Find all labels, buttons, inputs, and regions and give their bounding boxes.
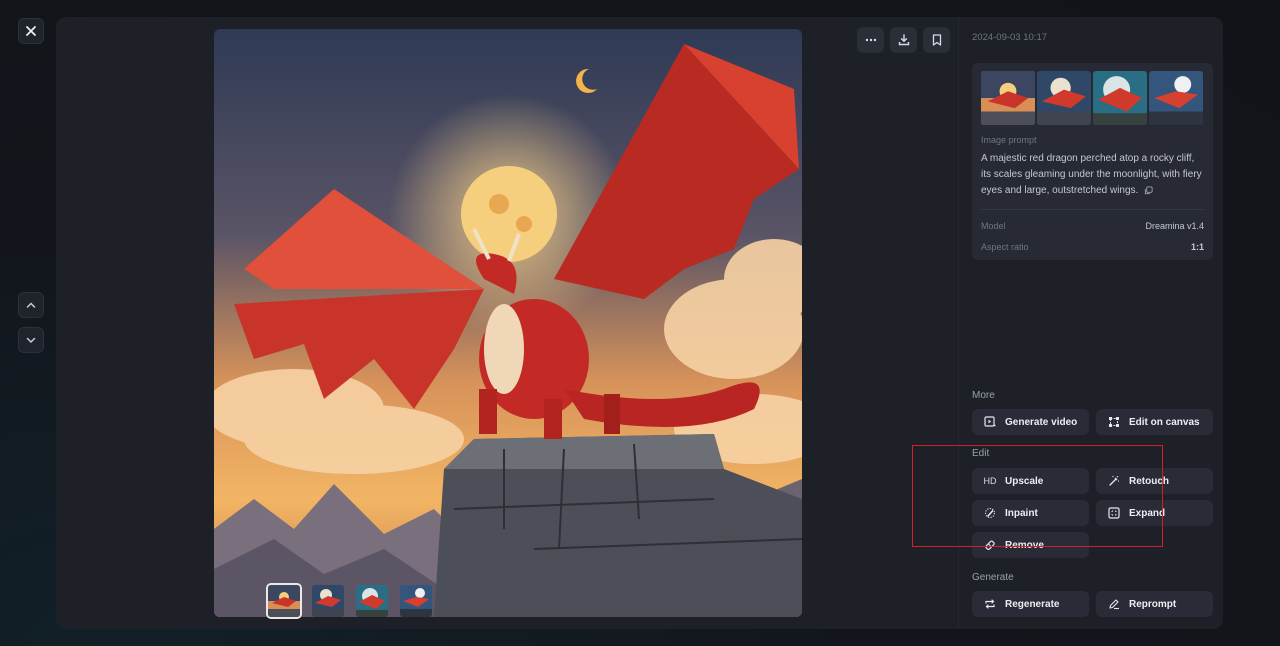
retouch-button[interactable]: Retouch (1096, 468, 1213, 494)
gallery-image-1[interactable] (981, 71, 1035, 125)
video-icon (983, 415, 997, 429)
ellipsis-icon (865, 38, 876, 42)
remove-button[interactable]: Remove (972, 532, 1089, 558)
aspect-ratio-row: Aspect ratio 1:1 (981, 242, 1204, 252)
regenerate-icon (983, 597, 997, 611)
image-detail-modal: 2024-09-03 10:17 Image prompt A majestic… (56, 17, 1223, 629)
prompt-label: Image prompt (981, 135, 1037, 145)
expand-icon (1107, 506, 1121, 520)
more-options-button[interactable] (857, 27, 884, 53)
thumbnail-2[interactable] (310, 583, 346, 619)
model-value: Dreamina v1.4 (1145, 221, 1204, 231)
timestamp: 2024-09-03 10:17 (972, 32, 1048, 43)
image-actions (857, 27, 950, 53)
aspect-ratio-label: Aspect ratio (981, 242, 1029, 252)
generate-video-button[interactable]: Generate video (972, 409, 1089, 435)
edit-on-canvas-label: Edit on canvas (1129, 416, 1200, 428)
edit-buttons: HD Upscale Retouch Inpaint Expand Remove (972, 468, 1213, 558)
copy-icon[interactable] (1144, 186, 1153, 195)
next-image-button[interactable] (18, 327, 44, 353)
more-buttons: Generate video Edit on canvas (972, 409, 1213, 435)
canvas-icon (1107, 415, 1121, 429)
model-label: Model (981, 221, 1006, 231)
prompt-text-content: A majestic red dragon perched atop a roc… (981, 153, 1202, 196)
dragon-artwork (214, 29, 802, 617)
download-button[interactable] (890, 27, 917, 53)
model-row: Model Dreamina v1.4 (981, 221, 1204, 231)
prompt-text: A majestic red dragon perched atop a roc… (981, 151, 1204, 199)
gallery-image-4[interactable] (1149, 71, 1203, 125)
chevron-up-icon (26, 302, 36, 308)
reprompt-label: Reprompt (1129, 598, 1177, 610)
inpaint-label: Inpaint (1005, 507, 1038, 519)
thumbnail-4[interactable] (398, 583, 434, 619)
pencil-icon (1107, 597, 1121, 611)
download-icon (898, 34, 909, 46)
thumbnail-1[interactable] (266, 583, 302, 619)
expand-button[interactable]: Expand (1096, 500, 1213, 526)
image-viewer (56, 17, 958, 629)
hd-icon: HD (983, 476, 997, 486)
inpaint-brush-icon (983, 506, 997, 520)
gallery-image-2[interactable] (1037, 71, 1091, 125)
result-gallery (981, 71, 1204, 125)
gallery-image-3[interactable] (1093, 71, 1147, 125)
variation-thumbnails (266, 583, 434, 619)
thumbnail-3[interactable] (354, 583, 390, 619)
generate-video-label: Generate video (1005, 416, 1078, 428)
regenerate-button[interactable]: Regenerate (972, 591, 1089, 617)
section-title-edit: Edit (972, 448, 990, 459)
reprompt-button[interactable]: Reprompt (1096, 591, 1213, 617)
section-title-more: More (972, 390, 995, 401)
divider (981, 209, 1204, 210)
prompt-info-card: Image prompt A majestic red dragon perch… (972, 63, 1213, 260)
upscale-button[interactable]: HD Upscale (972, 468, 1089, 494)
edit-on-canvas-button[interactable]: Edit on canvas (1096, 409, 1213, 435)
magic-wand-icon (1107, 474, 1121, 488)
chevron-down-icon (26, 337, 36, 344)
remove-label: Remove (1005, 539, 1044, 551)
bookmark-icon (932, 34, 941, 46)
upscale-label: Upscale (1005, 475, 1044, 487)
regenerate-label: Regenerate (1005, 598, 1060, 610)
inpaint-button[interactable]: Inpaint (972, 500, 1089, 526)
close-icon (26, 26, 36, 36)
close-button[interactable] (18, 18, 44, 44)
previous-image-button[interactable] (18, 292, 44, 318)
section-title-generate: Generate (972, 572, 1014, 583)
expand-label: Expand (1129, 507, 1166, 519)
retouch-label: Retouch (1129, 475, 1169, 487)
bookmark-button[interactable] (923, 27, 950, 53)
generate-buttons: Regenerate Reprompt (972, 591, 1213, 617)
details-panel: 2024-09-03 10:17 Image prompt A majestic… (958, 17, 1223, 629)
main-image[interactable] (214, 29, 802, 617)
aspect-ratio-value: 1:1 (1190, 242, 1204, 252)
eraser-icon (983, 538, 997, 552)
